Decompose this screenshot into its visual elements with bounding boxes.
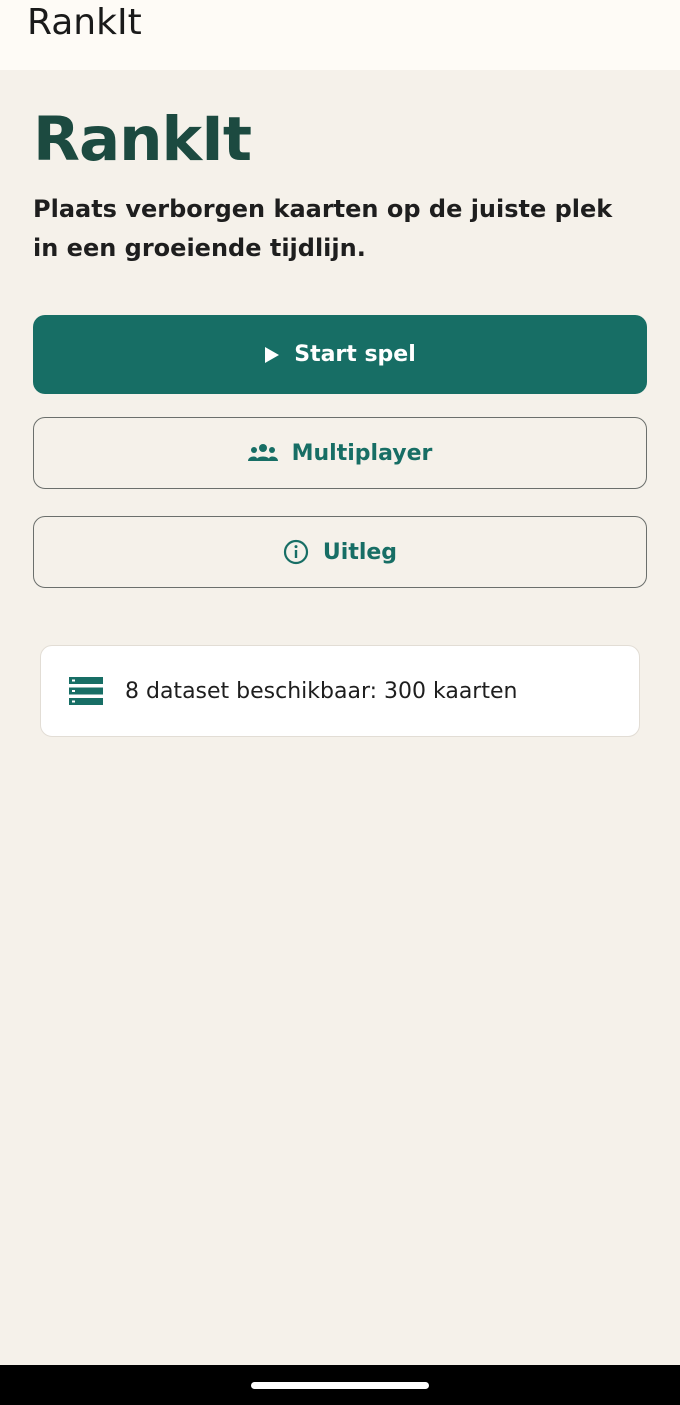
group-icon bbox=[247, 443, 278, 463]
uitleg-button[interactable]: Uitleg bbox=[33, 516, 647, 588]
storage-icon bbox=[69, 677, 103, 705]
multiplayer-label: Multiplayer bbox=[291, 440, 433, 466]
multiplayer-button[interactable]: Multiplayer bbox=[33, 417, 647, 489]
start-game-button[interactable]: Start spel bbox=[33, 315, 647, 394]
app-bar-title: RankIt bbox=[27, 2, 142, 43]
system-navigation-bar bbox=[0, 1365, 680, 1405]
dataset-info-card: 8 dataset beschikbaar: 300 kaarten bbox=[40, 645, 640, 737]
app-bar: RankIt bbox=[0, 0, 680, 70]
play-icon bbox=[264, 346, 280, 364]
start-game-label: Start spel bbox=[294, 342, 416, 367]
uitleg-label: Uitleg bbox=[322, 539, 398, 565]
dataset-info-text: 8 dataset beschikbaar: 300 kaarten bbox=[125, 678, 518, 704]
info-icon bbox=[283, 539, 309, 565]
page-title: RankIt bbox=[33, 104, 252, 175]
page-subtitle: Plaats verborgen kaarten op de juiste pl… bbox=[33, 195, 613, 262]
home-gesture-handle[interactable] bbox=[251, 1382, 429, 1389]
